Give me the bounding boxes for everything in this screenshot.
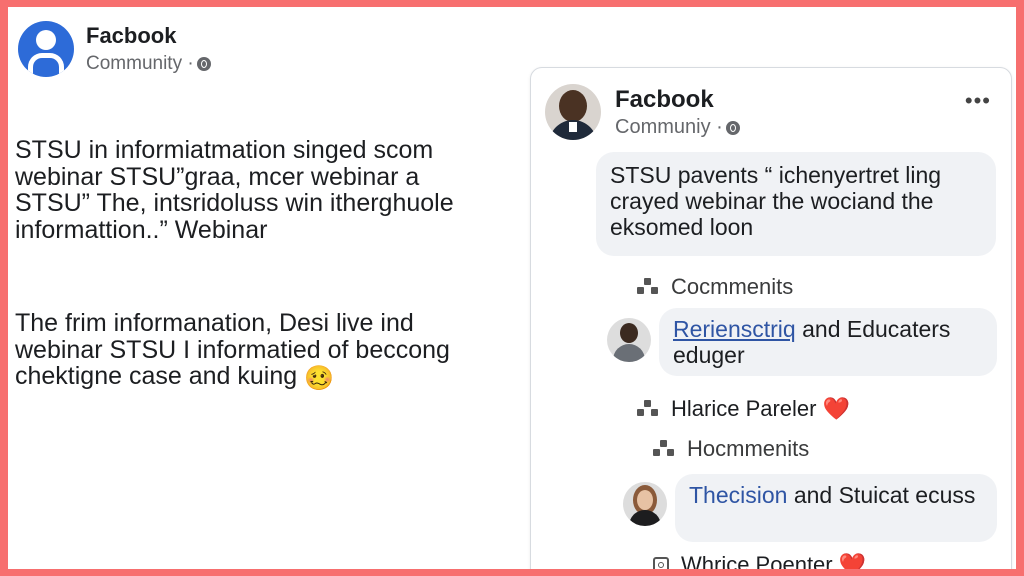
left-page-name[interactable]: Facbook	[86, 23, 211, 49]
page-avatar-icon[interactable]	[18, 21, 74, 77]
commenter-1-avatar[interactable]	[607, 318, 651, 362]
reactor-2-row[interactable]: Whrice Poenter ❤️	[653, 552, 866, 569]
left-post-paragraph-2-text: The frim informanation, Desi live ind we…	[15, 309, 450, 390]
card-page-subtitle: Communiy ·	[615, 116, 740, 139]
post-card: Facbook Communiy · ••• STSU pavents “ ic…	[530, 67, 1012, 569]
screen-frame: Facbook Community · STSU in informiatmat…	[8, 7, 1016, 569]
reactor-1-row[interactable]: Hlarice Pareler ❤️	[637, 396, 850, 422]
globe-icon	[196, 56, 211, 71]
post-text-bubble: STSU pavents “ ichenyertret ling crayed …	[596, 152, 996, 256]
globe-icon	[725, 120, 740, 135]
comments-section-label[interactable]: Cocmmenits	[637, 274, 793, 300]
left-post-paragraph-2: The frim informanation, Desi live ind we…	[15, 310, 495, 393]
refresh-icon	[653, 557, 669, 569]
comment-2-author[interactable]: Thecision	[689, 482, 787, 508]
comments-icon	[637, 400, 659, 418]
comment-2-bubble: Thecision and Stuicat ecuss	[675, 474, 997, 542]
left-page-subtitle: Community ·	[86, 52, 211, 76]
comment-2-text: and Stuicat ecuss	[787, 482, 976, 508]
woozy-face-emoji: 🥴	[304, 365, 334, 392]
reactor-2-name: Whrice Poenter	[681, 552, 833, 569]
heart-icon: ❤️	[822, 396, 850, 421]
left-post-paragraph-1: STSU in informiatmation singed scom webi…	[15, 136, 454, 244]
card-page-name[interactable]: Facbook	[615, 86, 714, 114]
comments-icon	[637, 278, 659, 296]
left-post-header: Facbook Community ·	[18, 21, 211, 77]
more-options-icon[interactable]: •••	[965, 88, 991, 114]
comment-1-bubble: Reriensctriq and Educaters eduger	[659, 308, 997, 376]
replies-section-label[interactable]: Hocmmenits	[653, 436, 809, 462]
card-avatar[interactable]	[545, 84, 601, 140]
comments-icon	[653, 440, 675, 458]
heart-icon: ❤️	[838, 552, 867, 569]
left-page-subtitle-text: Community ·	[86, 52, 194, 74]
reactor-1-name: Hlarice Pareler	[671, 396, 817, 421]
card-page-subtitle-text: Communiy ·	[615, 116, 723, 138]
comment-1-author[interactable]: Reriensctriq	[673, 316, 796, 342]
commenter-2-avatar[interactable]	[623, 482, 667, 526]
comments-label-text: Cocmmenits	[671, 274, 794, 299]
replies-label-text: Hocmmenits	[687, 436, 810, 461]
